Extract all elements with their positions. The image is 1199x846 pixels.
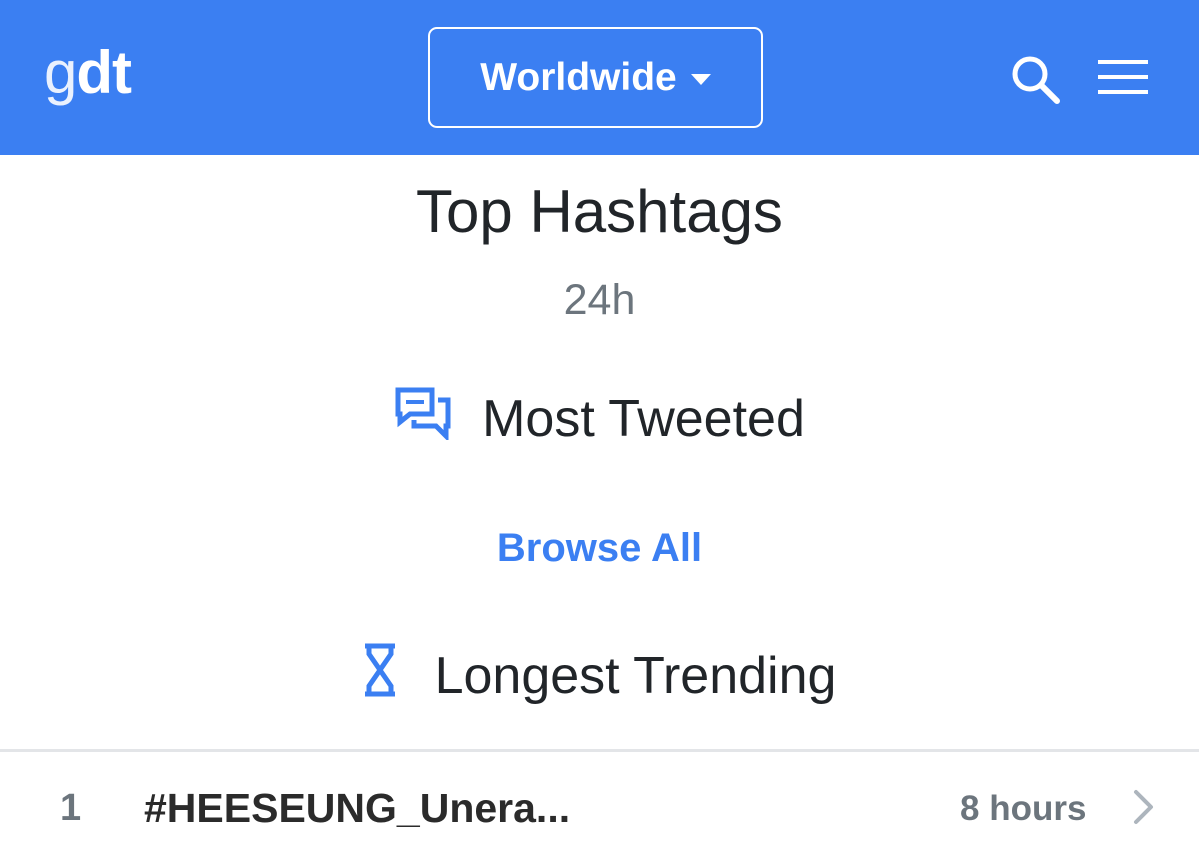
menu-button[interactable] xyxy=(1096,56,1152,100)
region-label: Worldwide xyxy=(480,55,677,99)
chat-bubbles-icon xyxy=(394,386,452,453)
region-dropdown-button[interactable]: Worldwide xyxy=(428,27,763,128)
longest-trending-section[interactable]: Longest Trending xyxy=(0,643,1199,709)
most-tweeted-section[interactable]: Most Tweeted xyxy=(0,386,1199,452)
trend-duration: 8 hours xyxy=(960,789,1087,828)
browse-all-link[interactable]: Browse All xyxy=(0,522,1199,574)
most-tweeted-label: Most Tweeted xyxy=(482,390,805,448)
trend-hashtag: #HEESEUNG_Unera... xyxy=(144,785,571,831)
search-icon xyxy=(1012,56,1060,104)
caret-down-icon xyxy=(690,74,711,85)
trend-row[interactable]: 1 #HEESEUNG_Unera... 8 hours xyxy=(0,770,1199,846)
page-title: Top Hashtags xyxy=(416,178,783,245)
search-button[interactable] xyxy=(1008,52,1064,108)
menu-icon xyxy=(1098,60,1148,94)
hourglass-icon xyxy=(363,642,397,711)
top-navbar: gdt Worldwide xyxy=(0,0,1199,155)
chevron-right-icon xyxy=(1134,790,1153,824)
logo-light-text: g xyxy=(44,39,77,106)
gdt-logo[interactable]: gdt xyxy=(44,39,132,106)
period-label: 24h xyxy=(563,276,636,324)
longest-trending-label: Longest Trending xyxy=(434,647,837,705)
divider xyxy=(0,749,1199,752)
logo-bold-text: dt xyxy=(76,39,132,106)
trend-rank: 1 xyxy=(60,787,82,829)
